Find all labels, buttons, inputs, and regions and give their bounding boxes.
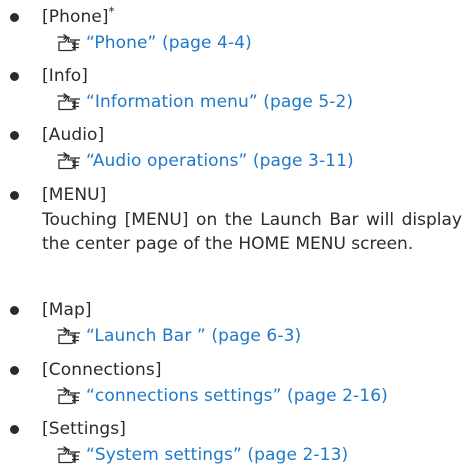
reference-link[interactable]: “Phone” (page 4-4) <box>57 31 252 55</box>
item-label: [Audio] <box>42 125 105 145</box>
reference-link[interactable]: “Audio operations” (page 3-11) <box>57 149 354 173</box>
reference-text[interactable]: “connections settings” (page 2-16) <box>86 385 388 407</box>
reference-text[interactable]: “Phone” (page 4-4) <box>86 32 252 54</box>
item-label: [MENU] <box>42 185 107 205</box>
item-label: [Settings] <box>42 419 126 439</box>
bullet-icon <box>10 131 19 140</box>
bullet-icon <box>10 366 19 375</box>
item-label: [Phone]* <box>42 4 115 27</box>
reference-text[interactable]: “Launch Bar ” (page 6-3) <box>86 325 301 347</box>
pointing-hand-reference-icon <box>57 387 80 405</box>
pointing-hand-reference-icon <box>57 93 80 111</box>
item-label: [Map] <box>42 300 92 320</box>
item-label: [Info] <box>42 66 89 86</box>
reference-text[interactable]: “Information menu” (page 5-2) <box>86 91 353 113</box>
item-description: Touching [MENU] on the Launch Bar will d… <box>42 210 462 254</box>
pointing-hand-reference-icon <box>57 152 80 170</box>
reference-text[interactable]: “System settings” (page 2-13) <box>86 444 348 466</box>
reference-link[interactable]: “Launch Bar ” (page 6-3) <box>57 324 301 348</box>
bullet-icon <box>10 425 19 434</box>
bullet-icon <box>10 306 19 315</box>
reference-text[interactable]: “Audio operations” (page 3-11) <box>86 150 354 172</box>
reference-link[interactable]: “connections settings” (page 2-16) <box>57 384 388 408</box>
bullet-icon <box>10 191 19 200</box>
item-label: [Connections] <box>42 360 162 380</box>
bullet-icon <box>10 72 19 81</box>
pointing-hand-reference-icon <box>57 34 80 52</box>
reference-link[interactable]: “System settings” (page 2-13) <box>57 443 348 467</box>
pointing-hand-reference-icon <box>57 327 80 345</box>
bullet-icon <box>10 13 19 22</box>
footnote-marker: * <box>108 4 115 19</box>
pointing-hand-reference-icon <box>57 446 80 464</box>
reference-link[interactable]: “Information menu” (page 5-2) <box>57 90 353 114</box>
